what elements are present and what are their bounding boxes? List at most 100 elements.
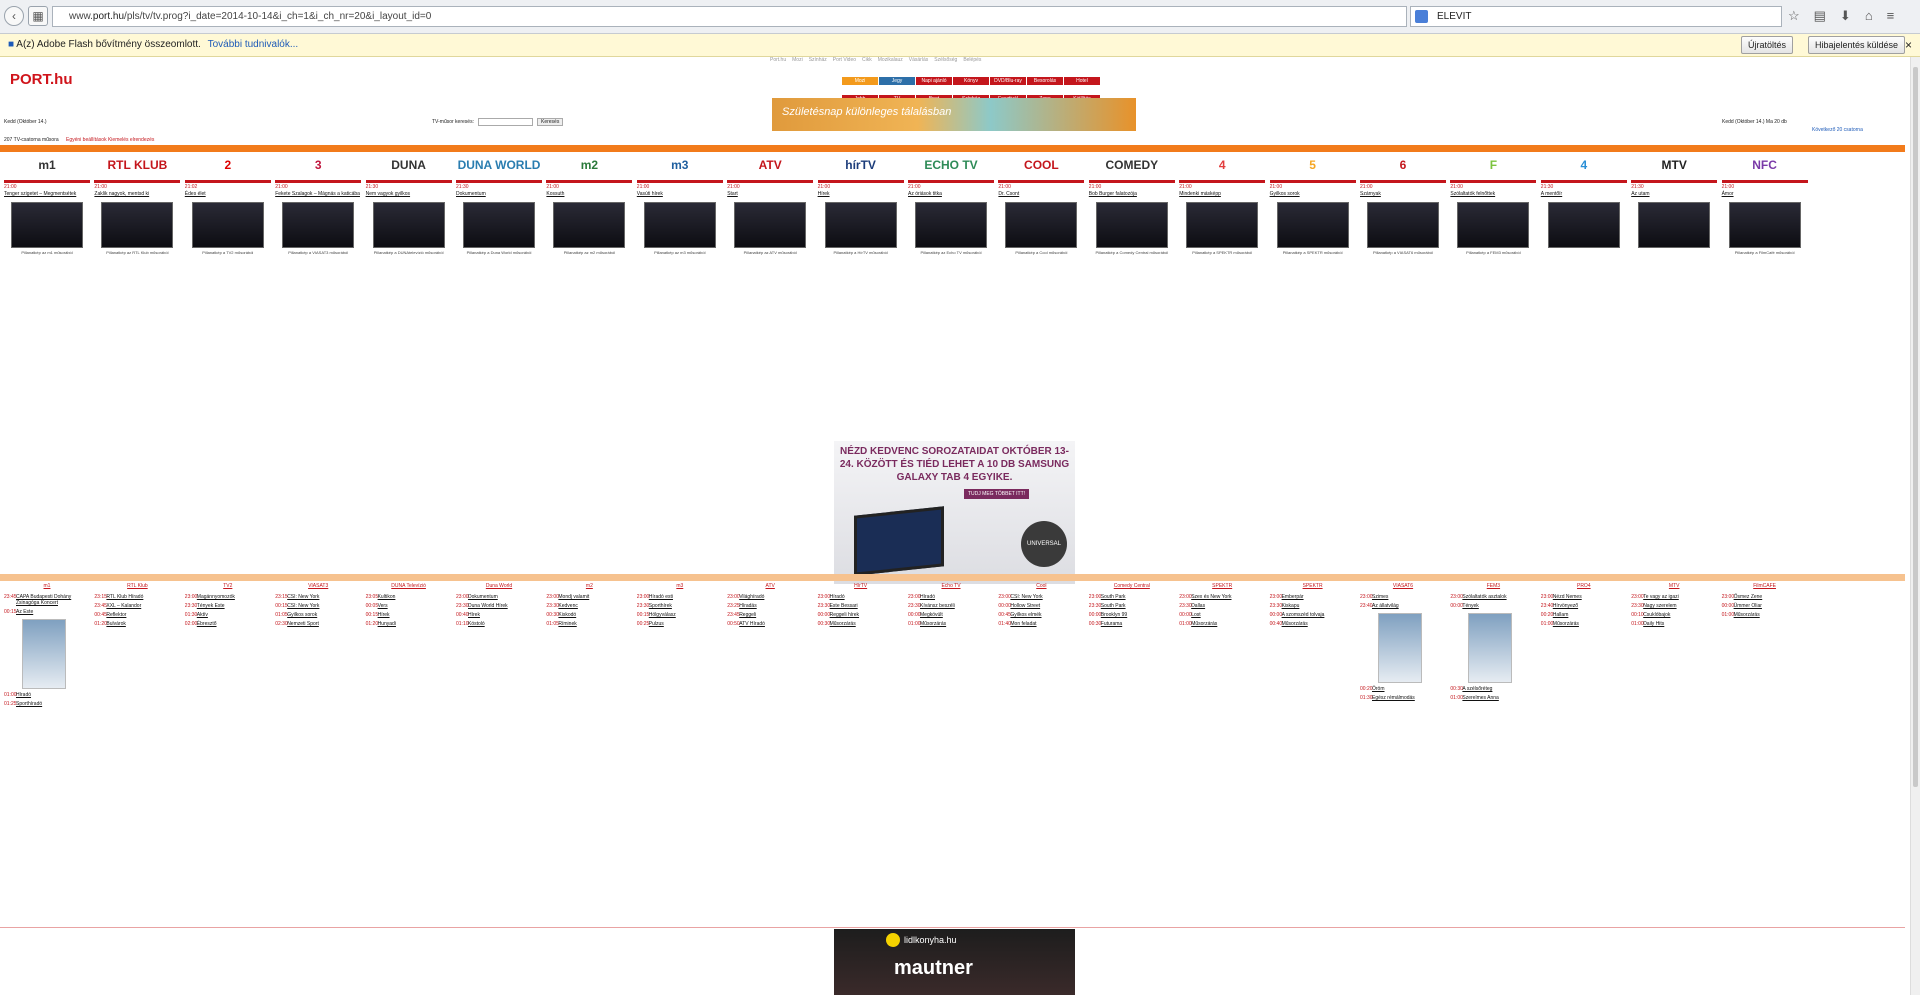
search-input[interactable]: ELEVIT: [1410, 6, 1782, 27]
close-icon[interactable]: ×: [1905, 34, 1912, 56]
top-nav-item[interactable]: Port.hu: [770, 57, 786, 63]
schedule-title[interactable]: Este Bessari: [830, 603, 858, 609]
top-nav-item[interactable]: Szélsőség: [934, 57, 957, 63]
menu-item[interactable]: Jegy: [879, 77, 915, 85]
page-scrollbar[interactable]: [1910, 57, 1920, 995]
schedule-title[interactable]: Aktív: [197, 612, 208, 618]
schedule-title[interactable]: A szélsőréteg: [1462, 686, 1492, 692]
schedule-title[interactable]: Öröm: [1372, 686, 1385, 692]
schedule-title[interactable]: Hollow Street: [1010, 603, 1040, 609]
show-title[interactable]: Gyilkos sorok: [1270, 191, 1300, 197]
top-nav-item[interactable]: Mozi: [792, 57, 803, 63]
show-title[interactable]: Start: [727, 191, 738, 197]
channel-controls[interactable]: Kedd (Október 14.) Ma 20 db: [1722, 119, 1787, 125]
show-thumbnail[interactable]: [1728, 202, 1801, 248]
show-title[interactable]: Szárnyak: [1360, 191, 1381, 197]
show-thumbnail[interactable]: [1457, 202, 1530, 248]
schedule-title[interactable]: Hunyadi: [378, 621, 396, 627]
channel-logo[interactable]: 3: [275, 152, 361, 178]
schedule-channel-name[interactable]: m3: [637, 583, 723, 591]
show-thumbnail[interactable]: [191, 202, 264, 248]
top-nav-item[interactable]: Port Video: [833, 57, 856, 63]
show-title[interactable]: Nem vagyok gyilkos: [366, 191, 410, 197]
promo-banner[interactable]: NÉZD KEDVENC SOROZATAIDAT OKTÓBER 13-24.…: [834, 441, 1075, 584]
show-thumbnail[interactable]: [11, 202, 83, 248]
settings-links[interactable]: Egyéni beállítások Kiemelés elrendezés: [66, 137, 154, 143]
schedule-channel-name[interactable]: FEM3: [1450, 583, 1536, 591]
schedule-title[interactable]: Szex és New York: [1191, 594, 1231, 600]
schedule-title[interactable]: Műsorzárás: [1553, 621, 1579, 627]
schedule-channel-name[interactable]: Comedy Central: [1089, 583, 1175, 591]
show-thumbnail[interactable]: [1276, 202, 1349, 248]
schedule-title[interactable]: Reggeli hírek: [830, 612, 859, 618]
schedule-channel-name[interactable]: RTL Klub: [94, 583, 180, 591]
schedule-title[interactable]: Műsorzárás: [1282, 621, 1308, 627]
channel-logo[interactable]: ECHO TV: [908, 152, 994, 178]
schedule-title[interactable]: Mondj valamit: [558, 594, 589, 600]
menu-item[interactable]: Hotel: [1064, 77, 1100, 85]
tv-search-button[interactable]: Keresés: [537, 118, 564, 126]
schedule-image[interactable]: [1468, 613, 1513, 683]
report-button[interactable]: Hibajelentés küldése: [1808, 36, 1906, 54]
ad-banner[interactable]: Születésnap különleges tálalásban: [772, 98, 1136, 131]
more-info-link[interactable]: További tudnivalók...: [208, 39, 299, 50]
schedule-title[interactable]: Híradó: [16, 692, 31, 698]
schedule-channel-name[interactable]: DUNA Televízió: [366, 583, 452, 591]
menu-item[interactable]: Napi ajánló: [916, 77, 952, 85]
schedule-title[interactable]: Híradó: [830, 594, 845, 600]
show-thumbnail[interactable]: [101, 202, 174, 248]
channel-logo[interactable]: m2: [546, 152, 632, 178]
channel-logo[interactable]: COMEDY: [1089, 152, 1175, 178]
schedule-title[interactable]: Ümmer Oliar: [1734, 603, 1762, 609]
schedule-title[interactable]: CSI: New York: [287, 603, 319, 609]
show-thumbnail[interactable]: [372, 202, 445, 248]
menu-item[interactable]: DVD/Blu-ray: [990, 77, 1026, 85]
schedule-channel-name[interactable]: PRO4: [1541, 583, 1627, 591]
show-thumbnail[interactable]: [1095, 202, 1168, 248]
back-icon[interactable]: ‹: [4, 6, 24, 26]
show-thumbnail[interactable]: [915, 202, 987, 248]
schedule-channel-name[interactable]: Duna World: [456, 583, 542, 591]
schedule-title[interactable]: Ősmez Zene: [1734, 594, 1763, 600]
schedule-channel-name[interactable]: m2: [546, 583, 632, 591]
schedule-title[interactable]: Műsorzárás: [920, 621, 946, 627]
top-nav-item[interactable]: Belépés: [963, 57, 981, 63]
schedule-title[interactable]: CSI: New York: [1010, 594, 1042, 600]
schedule-title[interactable]: Lost: [1191, 612, 1200, 618]
schedule-title[interactable]: XXL – Kalandor: [106, 603, 141, 609]
schedule-title[interactable]: Nézd Nemes: [1553, 594, 1582, 600]
schedule-title[interactable]: Pulzus: [649, 621, 664, 627]
top-nav-item[interactable]: Vásárlás: [909, 57, 928, 63]
schedule-title[interactable]: Híradás: [739, 603, 757, 609]
schedule-title[interactable]: Magánnyomozók: [197, 594, 235, 600]
schedule-title[interactable]: Egész rémálmodás: [1372, 695, 1415, 701]
show-thumbnail[interactable]: [643, 202, 716, 248]
show-thumbnail[interactable]: [734, 202, 807, 248]
show-thumbnail[interactable]: [1638, 202, 1711, 248]
show-thumbnail[interactable]: [824, 202, 897, 248]
schedule-title[interactable]: Ríminek: [558, 621, 576, 627]
schedule-channel-name[interactable]: MTV: [1631, 583, 1717, 591]
schedule-title[interactable]: Gyilkos sorok: [287, 612, 317, 618]
schedule-title[interactable]: Kiskapu: [1282, 603, 1300, 609]
schedule-title[interactable]: Gyilkos elmék: [1010, 612, 1041, 618]
schedule-title[interactable]: Szerelmes Anna: [1462, 695, 1498, 701]
schedule-title[interactable]: Reflektor: [106, 612, 126, 618]
show-title[interactable]: Dokumentum: [456, 191, 486, 197]
channel-logo[interactable]: ATV: [727, 152, 813, 178]
schedule-title[interactable]: Kedvenc: [558, 603, 577, 609]
channel-logo[interactable]: F: [1450, 152, 1536, 178]
schedule-title[interactable]: CSI: New York: [287, 594, 319, 600]
schedule-title[interactable]: Daily Hits: [1643, 621, 1664, 627]
channel-logo[interactable]: 2: [185, 152, 271, 178]
reload-button[interactable]: Újratöltés: [1741, 36, 1794, 54]
schedule-channel-name[interactable]: m1: [4, 583, 90, 591]
show-title[interactable]: Kossuth: [546, 191, 564, 197]
show-title[interactable]: Bob Burger falatozója: [1089, 191, 1137, 197]
show-thumbnail[interactable]: [463, 202, 535, 248]
lidl-banner[interactable]: lidlkonyha.hu mautner: [834, 929, 1075, 995]
site-logo[interactable]: PORT.hu: [10, 71, 73, 88]
schedule-title[interactable]: Műsorzárás: [830, 621, 856, 627]
schedule-channel-name[interactable]: Cool: [998, 583, 1084, 591]
schedule-title[interactable]: Te vagy az igazi: [1643, 594, 1679, 600]
